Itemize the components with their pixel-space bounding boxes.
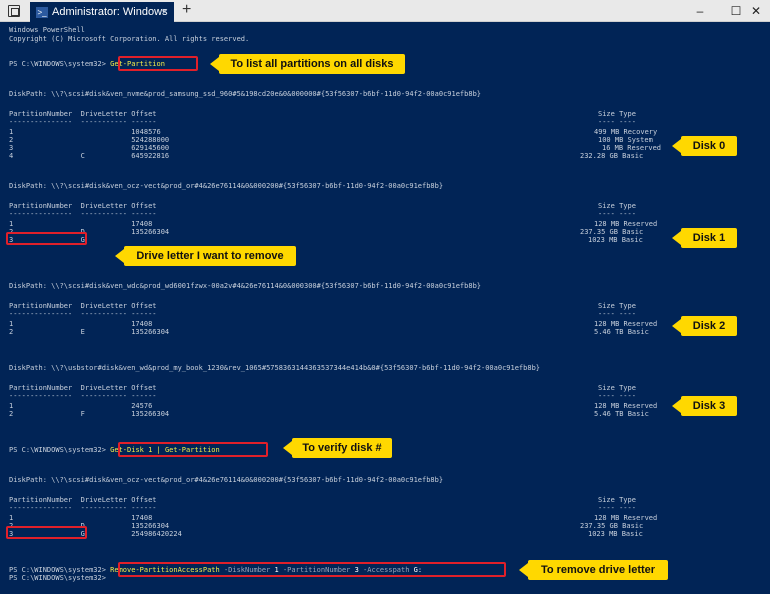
partition-row: 1 24576 bbox=[9, 402, 153, 410]
diskpath-line: DiskPath: \\?\usbstor#disk&ven_wd&prod_m… bbox=[9, 364, 541, 372]
powershell-icon: >_ bbox=[36, 6, 48, 18]
column-header: PartitionNumber DriveLetter Offset bbox=[9, 202, 157, 210]
column-divider: --------------- ----------- ------ bbox=[9, 118, 157, 126]
column-divider-right: ---- ---- bbox=[598, 504, 636, 512]
partition-row: 2 524288000 bbox=[9, 136, 170, 144]
callout-disk-1: Disk 1 bbox=[672, 228, 737, 248]
diskpath-line: DiskPath: \\?\scsi#disk&ven_ocz-vect&pro… bbox=[9, 182, 444, 190]
partition-row: 1 1048576 bbox=[9, 128, 161, 136]
column-header: PartitionNumber DriveLetter Offset bbox=[9, 110, 157, 118]
tab-powershell[interactable]: >_ Administrator: Windows × bbox=[30, 2, 174, 22]
highlight-drive-g-verify bbox=[6, 526, 87, 539]
column-divider: --------------- ----------- ------ bbox=[9, 392, 157, 400]
column-header-size-type: Size Type bbox=[598, 496, 636, 504]
column-header-size-type: Size Type bbox=[598, 202, 636, 210]
tab-title: Administrator: Windows bbox=[52, 6, 168, 18]
prompt: PS C:\WINDOWS\system32> bbox=[9, 60, 106, 68]
callout-verify-disk: To verify disk # bbox=[283, 438, 392, 458]
partition-size-type: 128 MB Reserved bbox=[594, 402, 658, 410]
column-header-size-type: Size Type bbox=[598, 110, 636, 118]
diskpath-line: DiskPath: \\?\scsi#disk&ven_ocz-vect&pro… bbox=[9, 476, 444, 484]
highlight-get-partition bbox=[118, 56, 198, 71]
diskpath-line: DiskPath: \\?\scsi#disk&ven_nvme&prod_sa… bbox=[9, 90, 482, 98]
partition-size-type: 128 MB Reserved bbox=[594, 220, 658, 228]
highlight-drive-g bbox=[6, 232, 87, 245]
console-header-title: Windows PowerShell bbox=[9, 26, 85, 34]
highlight-remove-command bbox=[118, 562, 506, 577]
tab-close-icon[interactable]: × bbox=[162, 2, 168, 22]
partition-row: 1 17408 bbox=[9, 320, 153, 328]
partition-row: 3 629145600 bbox=[9, 144, 170, 152]
partition-size-type: 499 MB Recovery bbox=[594, 128, 658, 136]
partition-size-type: 1023 MB Basic bbox=[588, 530, 643, 538]
partition-row: 4 C 645922816 bbox=[9, 152, 170, 160]
partition-size-type: 232.28 GB Basic bbox=[580, 152, 644, 160]
partition-size-type: 128 MB Reserved bbox=[594, 514, 658, 522]
prompt: PS C:\WINDOWS\system32> bbox=[9, 566, 106, 574]
column-divider-right: ---- ---- bbox=[598, 392, 636, 400]
partition-size-type: 100 MB System bbox=[598, 136, 653, 144]
window-menu-icon[interactable] bbox=[8, 5, 20, 17]
partition-size-type: 237.35 GB Basic bbox=[580, 228, 644, 236]
prompt: PS C:\WINDOWS\system32> bbox=[9, 446, 106, 454]
close-button[interactable]: ✕ bbox=[742, 0, 770, 22]
column-divider: --------------- ----------- ------ bbox=[9, 310, 157, 318]
new-tab-button[interactable]: + bbox=[182, 1, 191, 19]
partition-row: 1 17408 bbox=[9, 220, 153, 228]
partition-size-type: 5.46 TB Basic bbox=[594, 328, 649, 336]
partition-row: 1 17408 bbox=[9, 514, 153, 522]
column-header-size-type: Size Type bbox=[598, 384, 636, 392]
column-header-size-type: Size Type bbox=[598, 302, 636, 310]
callout-remove-drive-letter: To remove drive letter bbox=[519, 560, 668, 580]
column-divider: --------------- ----------- ------ bbox=[9, 504, 157, 512]
column-divider-right: ---- ---- bbox=[598, 210, 636, 218]
callout-drive-letter: Drive letter I want to remove bbox=[115, 246, 296, 266]
partition-size-type: 5.46 TB Basic bbox=[594, 410, 649, 418]
highlight-get-disk bbox=[118, 442, 268, 457]
column-divider-right: ---- ---- bbox=[598, 118, 636, 126]
diskpath-line: DiskPath: \\?\scsi#disk&ven_wdc&prod_wd6… bbox=[9, 282, 482, 290]
partition-size-type: 16 MB Reserved bbox=[602, 144, 662, 152]
prompt-line-4: PS C:\WINDOWS\system32> bbox=[9, 574, 106, 582]
partition-row: 2 E 135266304 bbox=[9, 328, 170, 336]
column-header: PartitionNumber DriveLetter Offset bbox=[9, 496, 157, 504]
column-divider-right: ---- ---- bbox=[598, 310, 636, 318]
minimize-button[interactable]: – bbox=[682, 0, 718, 22]
title-bar: >_ Administrator: Windows × + – ☐ ✕ bbox=[0, 0, 770, 22]
callout-disk-3: Disk 3 bbox=[672, 396, 737, 416]
partition-size-type: 237.35 GB Basic bbox=[580, 522, 644, 530]
console-output[interactable]: Windows PowerShell Copyright (C) Microso… bbox=[0, 22, 770, 594]
callout-list-partitions: To list all partitions on all disks bbox=[210, 54, 405, 74]
column-header: PartitionNumber DriveLetter Offset bbox=[9, 302, 157, 310]
console-header-copyright: Copyright (C) Microsoft Corporation. All… bbox=[9, 35, 250, 43]
partition-row: 2 F 135266304 bbox=[9, 410, 170, 418]
callout-disk-0: Disk 0 bbox=[672, 136, 737, 156]
column-header: PartitionNumber DriveLetter Offset bbox=[9, 384, 157, 392]
partition-size-type: 128 MB Reserved bbox=[594, 320, 658, 328]
callout-disk-2: Disk 2 bbox=[672, 316, 737, 336]
partition-size-type: 1023 MB Basic bbox=[588, 236, 643, 244]
column-divider: --------------- ----------- ------ bbox=[9, 210, 157, 218]
